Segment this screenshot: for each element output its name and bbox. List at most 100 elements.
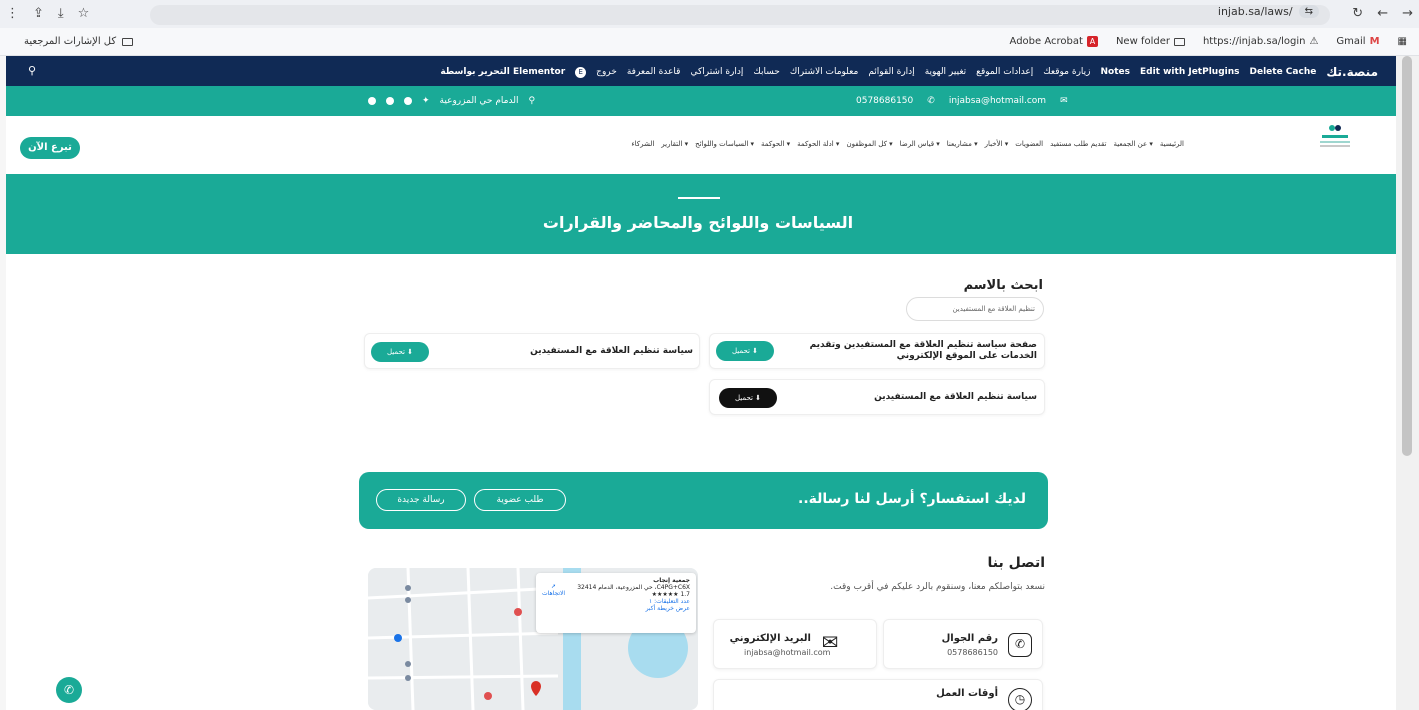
nav-news[interactable]: الأخبار ▾ [985, 140, 1009, 148]
snapchat-icon[interactable] [386, 97, 394, 105]
map-reviews-link[interactable]: عدد التعليقات: ١ [542, 598, 690, 605]
admin-brand[interactable]: منصة.تك [1326, 65, 1378, 79]
admin-jetplugins[interactable]: Edit with JetPlugins [1140, 67, 1240, 77]
site-settings-icon[interactable]: ⇆ [1298, 5, 1319, 18]
directions-icon: ➚ [551, 583, 557, 590]
phone-card: ✆ رقم الجوال 0578686150 [883, 619, 1043, 669]
search-label: ابحث بالاسم [963, 278, 1043, 293]
document-card: سياسة تنظيم العلاقة مع المستفيدين تحميل … [709, 379, 1045, 415]
bookmarks-bar: كل الإشارات المرجعية Adobe Acrobat A New … [0, 28, 1419, 56]
page-scrollbar[interactable] [1396, 56, 1419, 710]
nav-home[interactable]: الرئيسية [1160, 140, 1184, 148]
main-nav: تبرع الآن الرئيسية عن الجمعية ▾ تقديم طل… [0, 116, 1396, 174]
document-title: سياسة تنظيم العلاقة مع المستفيدين [530, 346, 693, 356]
admin-notes[interactable]: Notes [1101, 67, 1130, 77]
document-title: صفحة سياسة تنظيم العلاقة مع المستفيدين و… [809, 340, 1037, 361]
download-button[interactable]: تحميل ⬇ [719, 388, 777, 408]
mail-icon: ✉ [1060, 96, 1068, 106]
nav-satisfaction[interactable]: قياس الرضا ▾ [900, 140, 940, 148]
nav-employees[interactable]: كل الموظفون ▾ [846, 140, 892, 148]
back-icon[interactable]: ← [1377, 6, 1388, 21]
location-icon: ⚲ [528, 96, 536, 106]
admin-my-subscription[interactable]: إدارة اشتراكي [690, 67, 743, 77]
social-links: ✦ الدمام حي المزروعية ⚲ [368, 96, 535, 106]
all-bookmarks-label: كل الإشارات المرجعية [24, 36, 117, 47]
email-value[interactable]: injabsa@hotmail.com [744, 648, 830, 657]
url-display[interactable]: injab.sa/laws/ ⇆ [1218, 5, 1319, 18]
nav-memberships[interactable]: العضويات [1015, 140, 1043, 148]
header-contact: 0578686150 ✆ injabsa@hotmail.com ✉ [856, 96, 1068, 106]
phone-icon: ✆ [1008, 633, 1032, 657]
nav-beneficiary-request[interactable]: تقديم طلب مستفيد [1050, 140, 1106, 148]
membership-button[interactable]: طلب عضوية [474, 489, 566, 511]
url-text: injab.sa/laws/ [1217, 5, 1293, 18]
all-bookmarks[interactable]: كل الإشارات المرجعية [24, 36, 134, 47]
acrobat-icon: A [1086, 36, 1098, 47]
admin-visit-site[interactable]: زيارة موقعك [1043, 67, 1090, 77]
nav-reports[interactable]: التقارير ▾ [661, 140, 688, 148]
nav-governance[interactable]: الحوكمة ▾ [761, 140, 790, 148]
nav-projects[interactable]: مشاريعنا ▾ [947, 140, 978, 148]
page-hero: السياسات واللوائح والمحاضر والقرارات [0, 174, 1396, 254]
bookmark-login[interactable]: https://injab.sa/login ⚠ [1203, 36, 1318, 47]
admin-account[interactable]: حسابك [753, 67, 779, 77]
browser-toolbar: ⋮ ⇪ ⤓ ☆ injab.sa/laws/ ⇆ ↻ ← → [0, 0, 1419, 28]
site-logo[interactable] [1316, 122, 1354, 152]
download-button[interactable]: تحميل ⬇ [716, 341, 774, 361]
twitter-icon[interactable]: ✦ [422, 96, 430, 106]
admin-delete-cache[interactable]: Delete Cache [1250, 67, 1317, 77]
location-text: الدمام حي المزروعية [439, 96, 519, 106]
map-info-card: جمعية إنجاب C4PG+C6X، حي المزروعية، الدم… [536, 573, 696, 633]
phone-icon: ✆ [927, 96, 935, 106]
forward-icon[interactable]: → [1402, 6, 1413, 21]
email-card: ✉ البريد الإلكتروني injabsa@hotmail.com [713, 619, 877, 669]
scrollbar-thumb[interactable] [1402, 56, 1412, 456]
phone-value[interactable]: 0578686150 [947, 648, 998, 657]
admin-logout[interactable]: خروج [596, 67, 617, 77]
menu-icon[interactable]: ⋮ [6, 6, 19, 21]
admin-site-settings[interactable]: إعدادات الموقع [976, 67, 1033, 77]
left-edge [0, 56, 6, 710]
whatsapp-float-button[interactable]: ✆ [56, 677, 82, 703]
whatsapp-icon[interactable] [368, 97, 376, 105]
info-bar: ✦ الدمام حي المزروعية ⚲ 0578686150 ✆ inj… [0, 86, 1396, 116]
email-text[interactable]: injabsa@hotmail.com [949, 96, 1046, 106]
new-message-button[interactable]: رسالة جديدة [376, 489, 466, 511]
bookmark-adobe[interactable]: Adobe Acrobat A [1010, 36, 1098, 47]
nav-policies[interactable]: السياسات واللوائح ▾ [695, 140, 754, 148]
clock-icon: ◷ [1008, 688, 1032, 710]
download-icon[interactable]: ⤓ [58, 6, 64, 21]
nav-governance-guides[interactable]: ادلة الحوكمة ▾ [797, 140, 839, 148]
directions-label: الاتجاهات [542, 590, 566, 597]
contact-title: اتصل بنا [987, 555, 1045, 571]
phone-text[interactable]: 0578686150 [856, 96, 913, 106]
bookmark-gmail[interactable]: Gmail M [1336, 36, 1379, 47]
admin-subscription-info[interactable]: معلومات الاشتراك [790, 67, 858, 77]
nav-about[interactable]: عن الجمعية ▾ [1114, 140, 1153, 148]
admin-knowledge-base[interactable]: قاعدة المعرفة [627, 67, 681, 77]
admin-edit-elementor[interactable]: التحرير بواسطة Elementor [440, 67, 565, 77]
instagram-icon[interactable] [404, 97, 412, 105]
share-icon[interactable]: ⇪ [33, 6, 44, 21]
nav-links: الرئيسية عن الجمعية ▾ تقديم طلب مستفيد ا… [631, 140, 1184, 148]
address-bar[interactable] [150, 5, 1330, 25]
search-icon[interactable]: ⚲ [28, 64, 36, 77]
star-icon[interactable]: ☆ [78, 6, 90, 21]
map-larger-link[interactable]: عرض خريطة أكبر [542, 605, 690, 612]
gmail-icon: M [1369, 36, 1380, 47]
bookmark-new-folder[interactable]: New folder [1116, 36, 1185, 47]
donate-button[interactable]: تبرع الآن [20, 137, 80, 159]
reload-icon[interactable]: ↻ [1352, 6, 1363, 21]
admin-change-identity[interactable]: تغيير الهوية [925, 67, 966, 77]
apps-grid-icon[interactable]: ▦ [1398, 36, 1407, 47]
inquiry-title: لديك استفسار؟ أرسل لنا رسالة.. [798, 491, 1026, 507]
map-embed[interactable]: جمعية إنجاب C4PG+C6X، حي المزروعية، الدم… [368, 568, 698, 710]
browser-nav: ↻ ← → [1352, 6, 1413, 21]
map-directions[interactable]: ➚ الاتجاهات [542, 583, 565, 597]
admin-menus[interactable]: إدارة القوائم [868, 67, 914, 77]
search-input[interactable] [906, 297, 1044, 321]
elementor-icon: E [575, 66, 587, 78]
download-button[interactable]: تحميل ⬇ [371, 342, 429, 362]
document-card: صفحة سياسة تنظيم العلاقة مع المستفيدين و… [709, 333, 1045, 369]
nav-partners[interactable]: الشركاء [631, 140, 654, 148]
